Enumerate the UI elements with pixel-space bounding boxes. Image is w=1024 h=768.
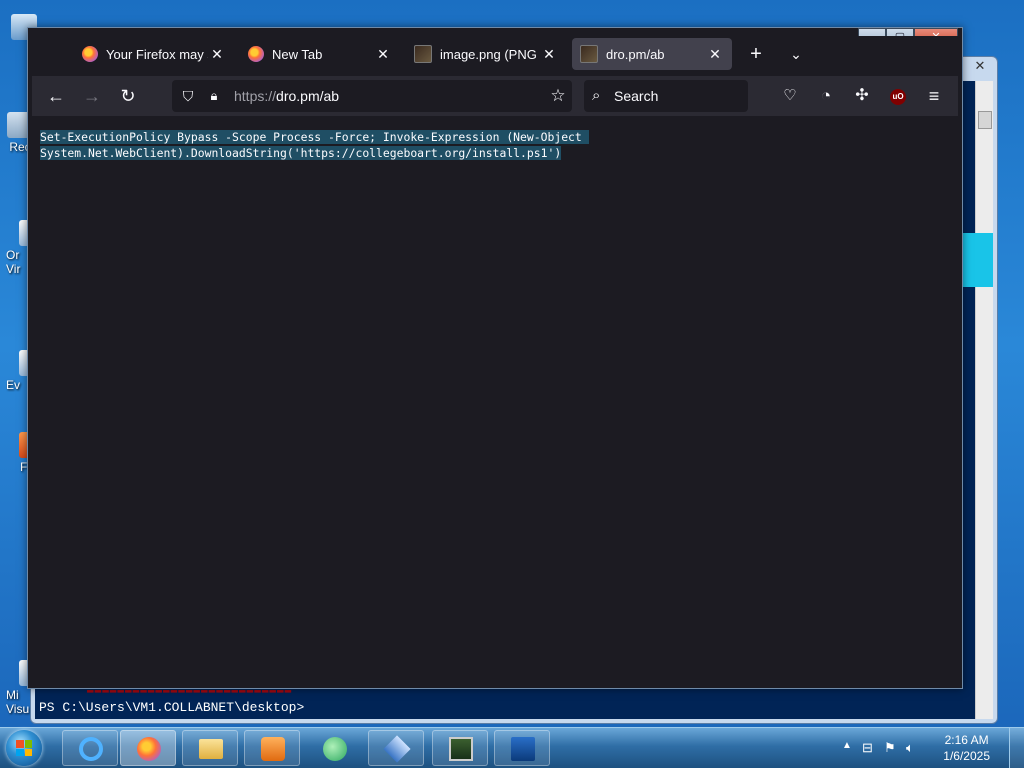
network-icon[interactable]: ⊟ (862, 740, 873, 756)
firefox-icon (82, 46, 98, 62)
image-icon (580, 45, 598, 63)
list-all-tabs-button[interactable]: ⌄ (780, 38, 812, 70)
taskbar-media-player[interactable] (244, 730, 300, 766)
system-tray: ▲ ⊟ ⚑ 🔈︎ 2:16 AM 1/6/2025 (834, 728, 1024, 768)
url-text[interactable]: https://dro.pm/ab (234, 80, 339, 112)
taskbar-messenger[interactable] (306, 730, 362, 766)
navigation-toolbar: ← → ↻ ⛉ 🔒︎ https://dro.pm/ab ☆ ⌕ Search … (32, 76, 958, 116)
taskbar-file-explorer[interactable] (182, 730, 238, 766)
internet-explorer-icon (79, 737, 103, 761)
taskbar: ▲ ⊟ ⚑ 🔈︎ 2:16 AM 1/6/2025 (0, 727, 1024, 768)
close-icon[interactable]: ✕ (208, 46, 226, 63)
scrollbar-thumb[interactable] (978, 111, 992, 129)
pocket-icon[interactable]: ♡ (774, 80, 806, 112)
messenger-icon (323, 737, 347, 761)
selected-text[interactable]: Set-ExecutionPolicy Bypass -Scope Proces… (40, 130, 589, 160)
search-bar[interactable]: ⌕ Search (584, 80, 748, 112)
side-panel-highlight (963, 233, 993, 287)
firefox-icon (137, 737, 161, 761)
image-icon (414, 45, 432, 63)
hamburger-menu-icon[interactable]: ≡ (918, 80, 950, 112)
new-tab-button[interactable]: + (740, 38, 772, 70)
taskbar-internet-explorer[interactable] (62, 730, 118, 766)
folder-icon (199, 739, 223, 759)
forward-button[interactable]: → (76, 80, 108, 112)
shield-icon[interactable]: ⛉ (176, 80, 200, 112)
volume-muted-icon[interactable]: 🔈︎ (906, 740, 914, 756)
clock-date: 1/6/2025 (943, 749, 990, 763)
monitor-icon (449, 737, 473, 761)
bookmark-star-icon[interactable]: ☆ (546, 80, 570, 112)
show-desktop-button[interactable] (1009, 728, 1024, 768)
tab-image-png[interactable]: image.png (PNG Ima ✕ (406, 38, 566, 70)
start-button[interactable] (6, 730, 42, 766)
taskbar-firefox[interactable] (120, 730, 176, 766)
powershell-prompt: PS C:\Users\VM1.COLLABNET\desktop> (39, 700, 305, 715)
url-bar[interactable]: ⛉ 🔒︎ https://dro.pm/ab ☆ (172, 80, 572, 112)
tab-label: dro.pm/ab (606, 46, 665, 62)
tab-strip: Your Firefox may sta ✕ New Tab ✕ image.p… (32, 36, 958, 76)
powershell-icon (511, 737, 535, 761)
action-center-flag-icon[interactable]: ⚑ (884, 740, 896, 756)
reload-button[interactable]: ↻ (112, 80, 144, 112)
close-icon[interactable]: ✕ (374, 46, 392, 63)
virtualbox-icon (383, 735, 411, 763)
tab-label: Your Firefox may sta (106, 46, 208, 62)
close-icon[interactable]: ✕ (706, 46, 724, 63)
scrollbar[interactable] (975, 81, 993, 719)
back-button[interactable]: ← (40, 80, 72, 112)
lock-icon[interactable]: 🔒︎ (202, 80, 226, 112)
windows-logo-icon (16, 740, 32, 756)
firefox-window[interactable]: ▁ ▢ ✕ Your Firefox may sta ✕ New Tab ✕ i… (27, 27, 963, 689)
page-text[interactable]: Set-ExecutionPolicy Bypass -Scope Proces… (40, 129, 589, 161)
tab-new-tab[interactable]: New Tab ✕ (240, 38, 400, 70)
search-placeholder: Search (614, 88, 659, 104)
media-player-icon (261, 737, 285, 761)
search-icon: ⌕ (592, 87, 601, 104)
tab-label: New Tab (272, 46, 323, 62)
firefox-icon (248, 46, 264, 62)
tab-label: image.png (PNG Ima (440, 46, 540, 62)
close-icon[interactable]: ✕ (971, 59, 989, 73)
tab-firefox-update[interactable]: Your Firefox may sta ✕ (74, 38, 234, 70)
ublock-origin-icon[interactable]: uO (882, 80, 914, 112)
close-icon[interactable]: ✕ (540, 46, 558, 63)
tab-dro-pm[interactable]: dro.pm/ab ✕ (572, 38, 732, 70)
extensions-icon[interactable]: ✣ (846, 80, 878, 112)
page-content[interactable]: Set-ExecutionPolicy Bypass -Scope Proces… (32, 116, 958, 688)
taskbar-system-monitor[interactable] (432, 730, 488, 766)
clock-time: 2:16 AM (944, 733, 989, 747)
show-hidden-icons-icon[interactable]: ▲ (842, 740, 852, 751)
clock[interactable]: 2:16 AM 1/6/2025 (943, 732, 990, 764)
sync-account-icon[interactable]: ◔ (810, 80, 842, 112)
taskbar-virtualbox[interactable] (368, 730, 424, 766)
taskbar-powershell[interactable] (494, 730, 550, 766)
